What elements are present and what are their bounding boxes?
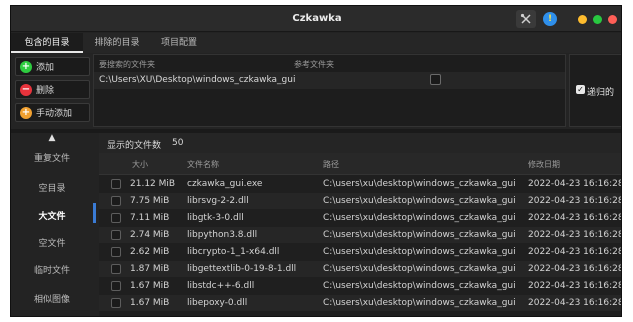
nav-item-temporary-files[interactable]: 临时文件 xyxy=(11,257,93,285)
directory-path: C:\Users\XU\Desktop\windows_czkawka_gui xyxy=(99,75,296,85)
included-directories-table: 要搜索的文件夹 参考文件夹 C:\Users\XU\Desktop\window… xyxy=(93,54,566,127)
add-label: 添加 xyxy=(36,63,55,73)
title-bar: Czkawka ! xyxy=(11,6,621,32)
table-row[interactable]: 2.74 MiB libpython3.8.dll C:\users\xu\desk… xyxy=(99,227,622,243)
column-header-name[interactable]: 文件名称 xyxy=(187,159,219,170)
row-checkbox[interactable] xyxy=(111,298,121,308)
active-nav-indicator xyxy=(93,203,96,223)
cell-path: C:\users\xu\desktop\windows_czkawka_gui xyxy=(323,196,516,206)
column-header-modified[interactable]: 修改日期 xyxy=(528,159,560,170)
minimize-button[interactable] xyxy=(578,15,587,24)
reference-checkbox[interactable] xyxy=(430,74,441,85)
manual-add-label: 手动添加 xyxy=(36,109,73,119)
settings-button[interactable] xyxy=(516,10,536,28)
recursive-label: 递归的 xyxy=(587,88,615,98)
table-row[interactable]: 2.62 MiB libcrypto-1_1-x64.dll C:\users\xu… xyxy=(99,244,622,260)
directory-row[interactable]: C:\Users\XU\Desktop\windows_czkawka_gui xyxy=(94,72,565,89)
cell-size: 7.75 MiB xyxy=(130,196,170,206)
czkawka-window: Czkawka ! 包含的目录 排除的目录 项目配置 + 添加 − 删除 + 手… xyxy=(10,5,622,317)
cell-size: 1.67 MiB xyxy=(130,298,170,308)
nav-item-empty-folders[interactable]: 空目录 xyxy=(11,175,93,203)
column-header-reference: 参考文件夹 xyxy=(294,60,334,69)
recursive-option: ✓ 递归的 xyxy=(569,54,621,127)
cell-name: libepoxy-0.dll xyxy=(187,298,248,308)
cell-modified: 2022-04-23 16:16:28 xyxy=(528,264,622,274)
close-button[interactable] xyxy=(608,15,617,24)
add-directory-button[interactable]: + 添加 xyxy=(15,57,90,76)
tab-item-config[interactable]: 项目配置 xyxy=(151,33,207,53)
column-header-path[interactable]: 路径 xyxy=(323,159,339,170)
remove-directory-button[interactable]: − 删除 xyxy=(15,80,90,99)
cell-size: 7.11 MiB xyxy=(130,213,170,223)
tab-excluded-directories[interactable]: 排除的目录 xyxy=(87,33,147,53)
cell-modified: 2022-04-23 16:16:28 xyxy=(528,298,622,308)
cell-modified: 2022-04-23 16:16:28 xyxy=(528,196,622,206)
cell-path: C:\users\xu\desktop\windows_czkawka_gui xyxy=(323,230,516,240)
cell-size: 2.62 MiB xyxy=(130,247,170,257)
column-header-path: 要搜索的文件夹 xyxy=(99,60,155,69)
column-header-size[interactable]: 大小 xyxy=(132,159,148,170)
maximize-button[interactable] xyxy=(593,15,602,24)
row-checkbox[interactable] xyxy=(111,230,121,240)
cell-path: C:\users\xu\desktop\windows_czkawka_gui xyxy=(323,298,516,308)
cell-name: libpython3.8.dll xyxy=(187,230,258,240)
plus-icon: + xyxy=(20,106,32,119)
cell-modified: 2022-04-23 16:16:28 xyxy=(528,247,622,257)
cell-path: C:\users\xu\desktop\windows_czkawka_gui xyxy=(323,213,516,223)
table-row[interactable]: 7.75 MiB librsvg-2-2.dll C:\users\xu\deskt… xyxy=(99,193,622,209)
cell-size: 2.74 MiB xyxy=(130,230,170,240)
cell-name: libcrypto-1_1-x64.dll xyxy=(187,247,280,257)
file-count-bar: 显示的文件数 50 xyxy=(99,133,621,153)
file-count-input[interactable]: 50 xyxy=(172,138,183,148)
table-row[interactable]: 7.11 MiB libgtk-3-0.dll C:\users\xu\deskto… xyxy=(99,210,622,226)
info-icon: ! xyxy=(543,12,557,26)
results-panel: 显示的文件数 50 大小 文件名称 路径 修改日期 21.12 MiB czkaw… xyxy=(99,133,622,316)
table-row[interactable]: 1.87 MiB libgettextlib-0-19-8-1.dll C:\use… xyxy=(99,261,622,277)
nav-item-big-files[interactable]: 大文件 xyxy=(11,203,93,231)
cell-modified: 2022-04-23 16:16:28 xyxy=(528,281,622,291)
recursive-checkbox[interactable]: ✓ xyxy=(576,85,585,94)
cell-size: 1.87 MiB xyxy=(130,264,170,274)
remove-label: 删除 xyxy=(36,86,55,96)
table-row[interactable]: 1.67 MiB libstdc++-6.dll C:\users\xu\deskt… xyxy=(99,278,622,294)
directories-panel: + 添加 − 删除 + 手动添加 要搜索的文件夹 参考文件夹 C:\Users\… xyxy=(11,54,621,129)
table-row[interactable]: 21.12 MiB czkawka_gui.exe C:\users\xu\desk… xyxy=(99,176,622,192)
cell-modified: 2022-04-23 16:16:28 xyxy=(528,179,622,189)
row-checkbox[interactable] xyxy=(111,281,121,291)
cell-path: C:\users\xu\desktop\windows_czkawka_gui xyxy=(323,247,516,257)
cell-modified: 2022-04-23 16:16:28 xyxy=(528,213,622,223)
tool-nav: ▲ 重复文件 空目录 大文件 空文件 临时文件 相似图像 xyxy=(11,133,96,316)
manual-add-button[interactable]: + 手动添加 xyxy=(15,103,90,122)
cell-path: C:\users\xu\desktop\windows_czkawka_gui xyxy=(323,179,516,189)
nav-item-duplicate-files[interactable]: 重复文件 xyxy=(11,145,93,173)
cell-name: libgtk-3-0.dll xyxy=(187,213,244,223)
row-checkbox[interactable] xyxy=(111,247,121,257)
row-checkbox[interactable] xyxy=(111,179,121,189)
collapse-arrow-icon[interactable]: ▲ xyxy=(11,133,93,143)
tab-bar: 包含的目录 排除的目录 项目配置 xyxy=(11,33,621,53)
plus-icon: + xyxy=(20,60,32,73)
row-checkbox[interactable] xyxy=(111,213,121,223)
file-count-label: 显示的文件数 xyxy=(107,141,162,151)
cell-size: 21.12 MiB xyxy=(130,179,176,189)
cell-size: 1.67 MiB xyxy=(130,281,170,291)
cell-name: libstdc++-6.dll xyxy=(187,281,255,291)
nav-item-empty-files[interactable]: 空文件 xyxy=(11,230,93,258)
row-checkbox[interactable] xyxy=(111,264,121,274)
cell-name: libgettextlib-0-19-8-1.dll xyxy=(187,264,297,274)
row-checkbox[interactable] xyxy=(111,196,121,206)
cell-path: C:\users\xu\desktop\windows_czkawka_gui xyxy=(323,264,516,274)
nav-item-similar-images[interactable]: 相似图像 xyxy=(11,286,93,314)
about-button[interactable]: ! xyxy=(540,10,560,28)
tab-included-directories[interactable]: 包含的目录 xyxy=(11,33,83,53)
cell-name: czkawka_gui.exe xyxy=(187,179,263,189)
cell-name: librsvg-2-2.dll xyxy=(187,196,249,206)
table-row[interactable]: 1.67 MiB libepoxy-0.dll C:\users\xu\deskto… xyxy=(99,295,622,311)
cell-modified: 2022-04-23 16:16:28 xyxy=(528,230,622,240)
cell-path: C:\users\xu\desktop\windows_czkawka_gui xyxy=(323,281,516,291)
tools-icon xyxy=(520,13,531,24)
results-header: 大小 文件名称 路径 修改日期 xyxy=(99,153,621,175)
minus-icon: − xyxy=(20,83,32,96)
